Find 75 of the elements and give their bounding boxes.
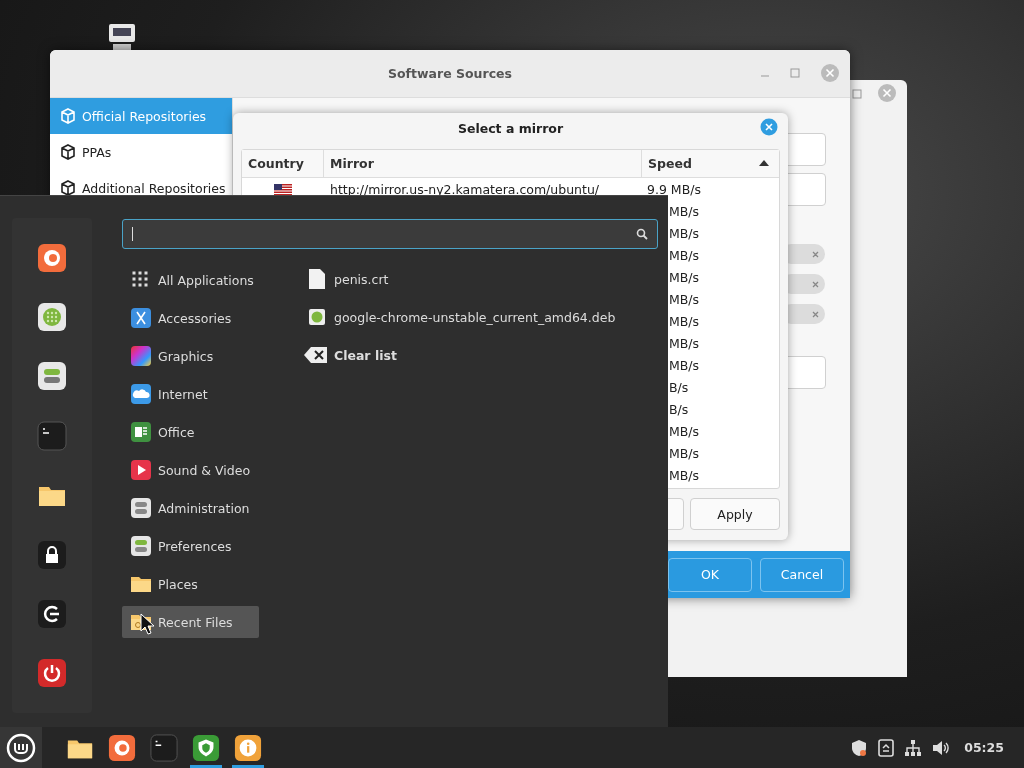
play-icon: [130, 459, 152, 481]
table-cell: MB/s: [669, 269, 700, 285]
table-cell: B/s: [669, 379, 689, 395]
cloud-icon: [130, 383, 152, 405]
power-icon[interactable]: [37, 658, 67, 689]
fox-icon[interactable]: [37, 242, 67, 273]
category-item[interactable]: Sound & Video: [122, 454, 259, 486]
category-item[interactable]: Internet: [122, 378, 259, 410]
network-icon[interactable]: [904, 738, 923, 757]
table-cell: MB/s: [669, 313, 700, 329]
table-cell: MB/s: [669, 445, 700, 461]
close-icon[interactable]: [760, 118, 778, 136]
table-cell: B/s: [669, 401, 689, 417]
table-cell-text: http://mirror.us-ny2.kamatera.com/ubuntu/: [329, 181, 601, 197]
rainbow-icon: [130, 345, 152, 367]
table-cell: MB/s: [669, 203, 700, 219]
document-icon[interactable]: [878, 738, 895, 757]
off-x-icon: [812, 250, 819, 258]
toggles-icon: [130, 535, 152, 557]
shield-icon[interactable]: [192, 733, 220, 762]
flag-icon: [274, 183, 292, 195]
clock[interactable]: 05:25: [964, 740, 1004, 755]
recent-file-item[interactable]: penis.crt: [308, 268, 616, 290]
desktop-computer-icon[interactable]: [107, 24, 137, 50]
category-item[interactable]: Recent Files: [122, 606, 259, 638]
category-item[interactable]: Places: [122, 568, 259, 600]
column-header[interactable]: Speed: [642, 150, 779, 177]
grid-icon[interactable]: [37, 302, 67, 333]
box-icon: [60, 144, 76, 160]
category-item[interactable]: All Applications: [122, 264, 259, 296]
category-item[interactable]: Accessories: [122, 302, 259, 334]
table-cell: MB/s: [669, 247, 700, 263]
backspace-icon: [304, 346, 328, 364]
column-header[interactable]: Mirror: [324, 150, 642, 177]
off-x-icon: [812, 310, 819, 318]
mouse-pointer-icon: [140, 613, 156, 635]
volume-icon[interactable]: [932, 739, 951, 756]
box-icon: [60, 108, 76, 124]
scissors-icon: [130, 307, 152, 329]
table-cell: MB/s: [669, 423, 700, 439]
dialog-title: Select a mirror: [457, 120, 564, 136]
table-cell: MB/s: [669, 357, 700, 373]
toggles-icon[interactable]: [37, 361, 67, 392]
fox-icon[interactable]: [108, 733, 136, 762]
search-icon: [636, 228, 648, 240]
recent-file-item[interactable]: google-chrome-unstable_current_amd64.deb: [308, 306, 616, 328]
table-cell: MB/s: [669, 291, 700, 307]
info-icon[interactable]: [234, 733, 262, 762]
table-cell: MB/s: [669, 467, 700, 483]
category-item[interactable]: Preferences: [122, 530, 259, 562]
menu-button[interactable]: [0, 727, 42, 768]
table-cell: MB/s: [669, 335, 700, 351]
category-item[interactable]: Graphics: [122, 340, 259, 372]
text-cursor: [132, 227, 133, 241]
window-title: Software Sources: [388, 66, 512, 81]
off-x-icon: [812, 280, 819, 288]
column-header[interactable]: Country: [242, 150, 324, 177]
lock-icon[interactable]: [37, 539, 67, 570]
toggles-icon: [130, 497, 152, 519]
logout-icon[interactable]: [37, 598, 67, 629]
table-cell: MB/s: [669, 225, 700, 241]
file-icon: [308, 268, 326, 290]
sidebar-item[interactable]: Additional Repositories: [50, 170, 232, 206]
search-field[interactable]: [122, 219, 658, 249]
category-item[interactable]: Administration: [122, 492, 259, 524]
package-icon: [308, 308, 326, 326]
sidebar-item[interactable]: PPAs: [50, 134, 232, 170]
category-item[interactable]: Office: [122, 416, 259, 448]
sort-ascending-icon[interactable]: [759, 160, 769, 166]
document-icon: [130, 421, 152, 443]
apply-button[interactable]: Apply: [690, 498, 780, 530]
shield-icon[interactable]: [850, 738, 869, 757]
mint-logo-icon: [6, 732, 36, 763]
table-cell-text: 9.9 MB/s: [646, 181, 702, 197]
clear-list-button[interactable]: Clear list: [304, 344, 616, 366]
